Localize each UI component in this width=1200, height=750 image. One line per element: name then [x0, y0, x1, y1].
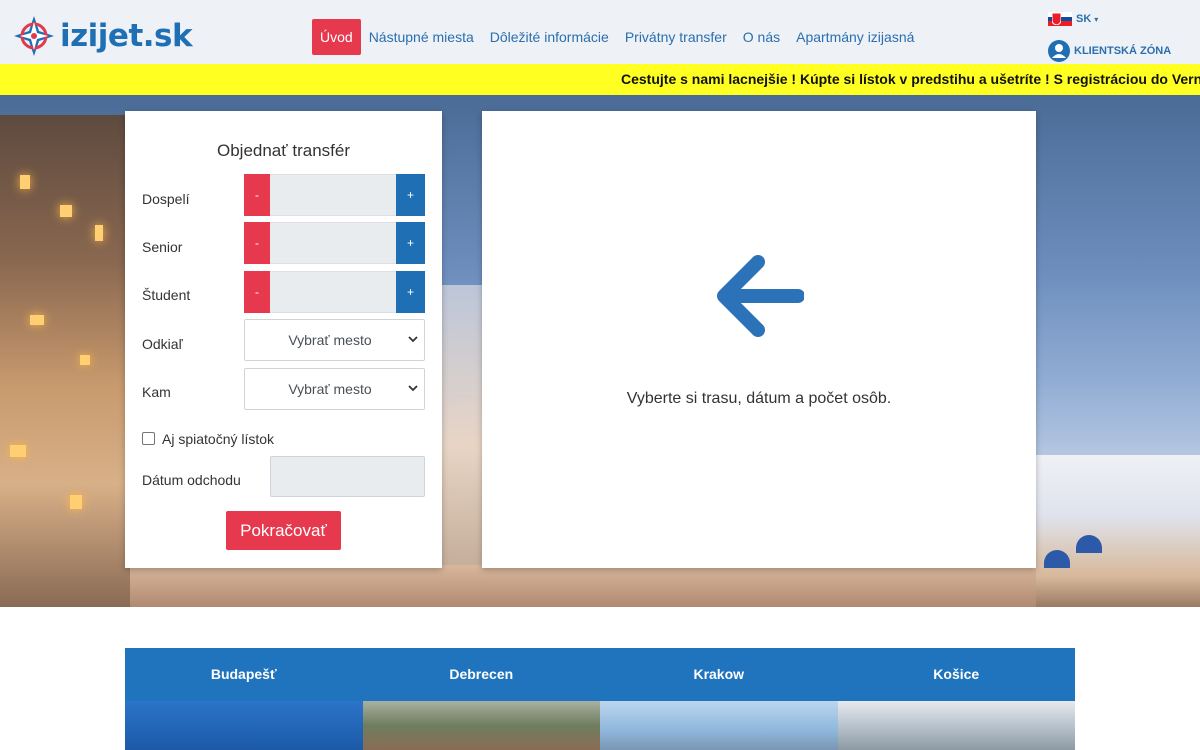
senior-plus-button[interactable]: +	[396, 222, 425, 264]
destination-image	[837, 701, 1075, 750]
ticker-text: Cestujte s nami lacnejšie ! Kúpte si lís…	[621, 71, 1200, 87]
route-info-text: Vyberte si trasu, dátum a počet osôb.	[626, 390, 892, 407]
continue-button[interactable]: Pokračovať	[226, 511, 341, 550]
language-selector[interactable]: SK ▾	[1048, 12, 1098, 26]
return-ticket-checkbox[interactable]	[142, 432, 155, 445]
hero-buildings-left	[0, 115, 130, 607]
adults-stepper: - +	[244, 174, 425, 216]
student-stepper: - +	[244, 271, 425, 313]
from-city-select[interactable]: Vybrať mesto	[244, 319, 425, 361]
from-label: Odkiaľ	[142, 336, 183, 352]
senior-stepper: - +	[244, 222, 425, 264]
destination-image	[125, 701, 363, 750]
nav-item-o-nas[interactable]: O nás	[735, 19, 788, 55]
nav-item-uvod[interactable]: Úvod	[312, 19, 361, 55]
nav-item-nastupne-miesta[interactable]: Nástupné miesta	[361, 19, 482, 55]
nav-item-privatny-transfer[interactable]: Privátny transfer	[617, 19, 735, 55]
to-label: Kam	[142, 384, 171, 400]
compass-logo-icon	[14, 16, 54, 56]
site-logo[interactable]: izijet.sk	[12, 14, 193, 58]
return-ticket-label[interactable]: Aj spiatočný lístok	[162, 431, 274, 447]
to-city-value: Vybrať mesto	[288, 381, 372, 397]
destination-image	[362, 701, 600, 750]
hero-terraces	[130, 565, 1036, 607]
site-header: izijet.sk Úvod Nástupné miesta Dôležité …	[0, 0, 1200, 64]
adults-label: Dospelí	[142, 191, 190, 207]
chevron-down-icon	[408, 385, 418, 392]
student-count-input[interactable]	[270, 271, 396, 313]
caret-down-icon: ▾	[1094, 14, 1099, 24]
booking-form: Objednať transfér Dospelí - + Senior - +…	[125, 111, 442, 568]
logo-wordmark: izijet.sk	[60, 18, 193, 54]
hero-buildings-right	[1036, 455, 1200, 607]
adults-count-input[interactable]	[270, 174, 396, 216]
destination-image	[600, 701, 838, 750]
user-circle-icon	[1048, 40, 1070, 62]
student-plus-button[interactable]: +	[396, 271, 425, 313]
student-label: Študent	[142, 287, 191, 303]
senior-label: Senior	[142, 239, 183, 255]
adults-plus-button[interactable]: +	[396, 174, 425, 216]
destination-title: Košice	[837, 648, 1075, 701]
client-zone-label: KLIENTSKÁ ZÓNA	[1074, 45, 1172, 57]
destination-card-budapest[interactable]: Budapešť	[125, 648, 363, 750]
client-zone-link[interactable]: KLIENTSKÁ ZÓNA	[1048, 40, 1171, 62]
language-code: SK	[1076, 13, 1092, 25]
promo-ticker: Cestujte s nami lacnejšie ! Kúpte si lís…	[0, 64, 1200, 95]
senior-minus-button[interactable]: -	[244, 222, 270, 264]
slovak-flag-icon	[1048, 12, 1072, 26]
hero-buildings-middle	[440, 285, 485, 607]
destination-card-debrecen[interactable]: Debrecen	[362, 648, 600, 750]
nav-item-apartmany[interactable]: Apartmány izijasná	[788, 19, 922, 55]
nav-item-dolezite-informacie[interactable]: Dôležité informácie	[482, 19, 617, 55]
main-nav: Úvod Nástupné miesta Dôležité informácie…	[312, 19, 922, 55]
destination-card-kosice[interactable]: Košice	[837, 648, 1075, 750]
from-city-value: Vybrať mesto	[288, 332, 372, 348]
student-minus-button[interactable]: -	[244, 271, 270, 313]
destination-title: Debrecen	[362, 648, 600, 701]
departure-date-input[interactable]	[270, 456, 425, 497]
destinations-strip: Budapešť Debrecen Krakow Košice	[125, 648, 1075, 750]
destination-title: Krakow	[600, 648, 838, 701]
arrow-left-icon	[717, 255, 804, 337]
departure-date-label: Dátum odchodu	[142, 472, 241, 488]
form-title: Objednať transfér	[216, 141, 350, 160]
adults-minus-button[interactable]: -	[244, 174, 270, 216]
senior-count-input[interactable]	[270, 222, 396, 264]
chevron-down-icon	[408, 336, 418, 343]
destination-title: Budapešť	[125, 648, 363, 701]
destination-card-krakow[interactable]: Krakow	[600, 648, 838, 750]
route-info-panel: Vyberte si trasu, dátum a počet osôb.	[482, 111, 1036, 568]
to-city-select[interactable]: Vybrať mesto	[244, 368, 425, 410]
